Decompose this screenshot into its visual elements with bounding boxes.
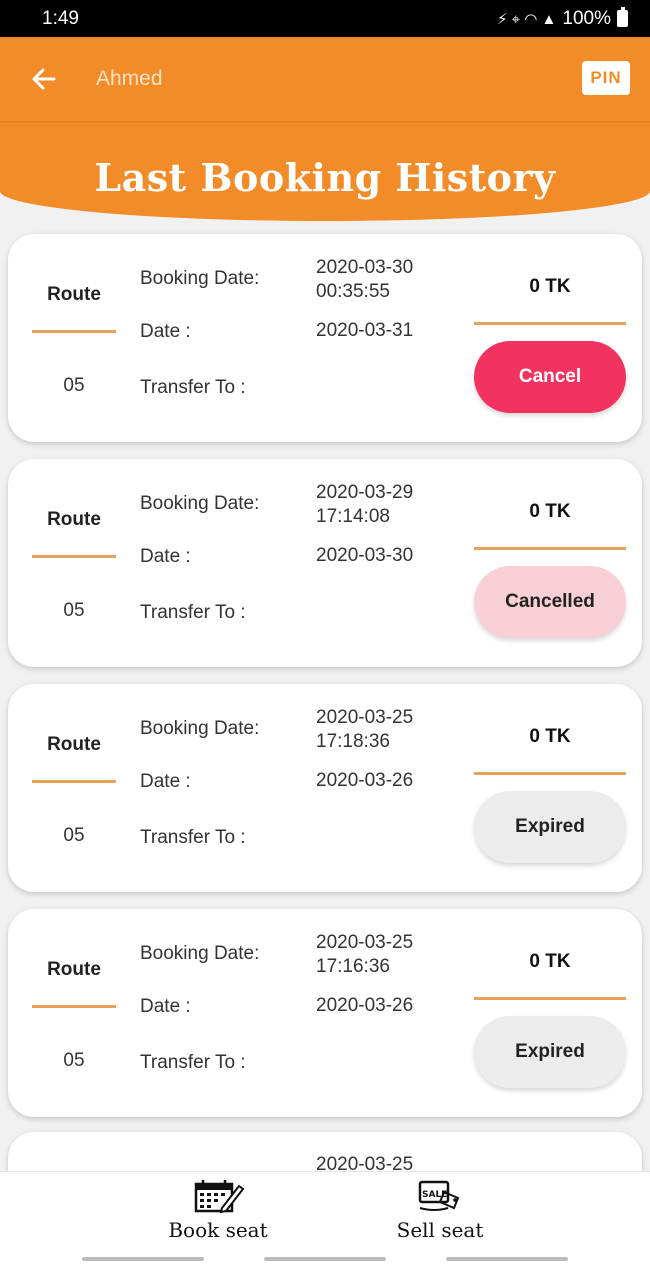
price: 0 TK xyxy=(529,501,571,522)
header-banner: Last Booking History xyxy=(0,121,650,221)
divider xyxy=(32,555,116,558)
booking-time-value: 17:16:36 xyxy=(316,956,390,977)
booking-date-label: Booking Date: xyxy=(140,943,260,964)
booking-card: Route 05 Booking Date: 2020-03-25 17:16:… xyxy=(8,909,642,1117)
date-label: Date : xyxy=(140,321,191,342)
transfer-to-label: Transfer To : xyxy=(140,827,246,848)
route-number: 05 xyxy=(63,375,85,396)
divider xyxy=(474,322,626,325)
route-column: Route 05 xyxy=(32,234,116,442)
date-value: 2020-03-31 xyxy=(316,320,414,341)
status-right: ⚡ ⌖ ◠ ▲ 100% xyxy=(496,7,628,30)
route-label: Route xyxy=(47,734,101,755)
date-value: 2020-03-30 xyxy=(316,545,414,566)
booking-card: 2020-03-25 xyxy=(8,1132,642,1171)
transfer-to-label: Transfer To : xyxy=(140,377,246,398)
route-number: 05 xyxy=(63,1050,85,1071)
route-number: 05 xyxy=(63,600,85,621)
booking-date-label: Booking Date: xyxy=(140,718,260,739)
booking-card: Route 05 Booking Date: 2020-03-25 17:18:… xyxy=(8,684,642,892)
status-icons: ⚡ ⌖ ◠ ▲ xyxy=(496,10,557,28)
calendar-pen-icon xyxy=(194,1180,244,1214)
divider xyxy=(32,1005,116,1008)
divider xyxy=(32,330,116,333)
route-column: Route 05 xyxy=(32,684,116,892)
route-label: Route xyxy=(47,509,101,530)
booking-date-value: 2020-03-29 xyxy=(316,482,414,503)
date-label: Date : xyxy=(140,996,191,1017)
booking-card: Route 05 Booking Date: 2020-03-29 17:14:… xyxy=(8,459,642,667)
expired-status-badge: Expired xyxy=(474,1016,626,1088)
booking-date-value: 2020-03-25 xyxy=(316,932,414,953)
booking-date-label: Booking Date: xyxy=(140,268,260,289)
booking-date-value: 2020-03-25 xyxy=(316,1154,414,1171)
cancel-button[interactable]: Cancel xyxy=(474,341,626,413)
date-label: Date : xyxy=(140,546,191,567)
system-recents-bar[interactable] xyxy=(446,1257,568,1261)
route-number: 05 xyxy=(63,825,85,846)
bottom-nav: Book seat SALE Sell seat xyxy=(0,1171,650,1249)
route-label: Route xyxy=(47,284,101,305)
route-column: Route 05 xyxy=(32,909,116,1117)
price: 0 TK xyxy=(529,951,571,972)
booking-list[interactable]: Route 05 Booking Date: 2020-03-30 00:35:… xyxy=(0,226,650,1171)
booking-time-value: 00:35:55 xyxy=(316,281,390,302)
booking-date-label: Booking Date: xyxy=(140,493,260,514)
status-time: 1:49 xyxy=(42,7,79,29)
back-button[interactable] xyxy=(14,49,74,109)
sell-seat-tab[interactable]: SALE Sell seat xyxy=(365,1178,515,1248)
booking-time-value: 17:14:08 xyxy=(316,506,390,527)
date-value: 2020-03-26 xyxy=(316,995,414,1016)
expired-status-badge: Expired xyxy=(474,791,626,863)
route-label: Route xyxy=(47,959,101,980)
system-home-bar[interactable] xyxy=(264,1257,386,1261)
sell-seat-label: Sell seat xyxy=(396,1218,484,1242)
divider xyxy=(32,780,116,783)
price: 0 TK xyxy=(529,276,571,297)
app-bar: Ahmed PIN xyxy=(0,37,650,121)
booking-date-value: 2020-03-30 xyxy=(316,257,414,278)
transfer-to-label: Transfer To : xyxy=(140,602,246,623)
sale-tag-icon: SALE xyxy=(418,1180,460,1211)
price: 0 TK xyxy=(529,726,571,747)
transfer-to-label: Transfer To : xyxy=(140,1052,246,1073)
divider xyxy=(474,997,626,1000)
divider xyxy=(474,547,626,550)
date-label: Date : xyxy=(140,771,191,792)
user-name: Ahmed xyxy=(96,67,163,90)
system-back-bar[interactable] xyxy=(82,1257,204,1261)
date-value: 2020-03-26 xyxy=(316,770,414,791)
booking-time-value: 17:18:36 xyxy=(316,731,390,752)
booking-date-value: 2020-03-25 xyxy=(316,707,414,728)
battery-percent: 100% xyxy=(562,7,611,29)
divider xyxy=(474,772,626,775)
book-seat-label: Book seat xyxy=(168,1218,268,1242)
cancelled-status-badge: Cancelled xyxy=(474,566,626,638)
page-title: Last Booking History xyxy=(94,155,556,200)
booking-card: Route 05 Booking Date: 2020-03-30 00:35:… xyxy=(8,234,642,442)
pin-button[interactable]: PIN xyxy=(582,61,630,95)
battery-icon xyxy=(617,7,628,27)
book-seat-tab[interactable]: Book seat xyxy=(143,1178,293,1248)
status-bar: 1:49 ⚡ ⌖ ◠ ▲ 100% xyxy=(0,0,650,37)
route-column: Route 05 xyxy=(32,459,116,667)
system-nav-bar xyxy=(0,1249,650,1270)
arrow-left-icon xyxy=(32,68,56,90)
